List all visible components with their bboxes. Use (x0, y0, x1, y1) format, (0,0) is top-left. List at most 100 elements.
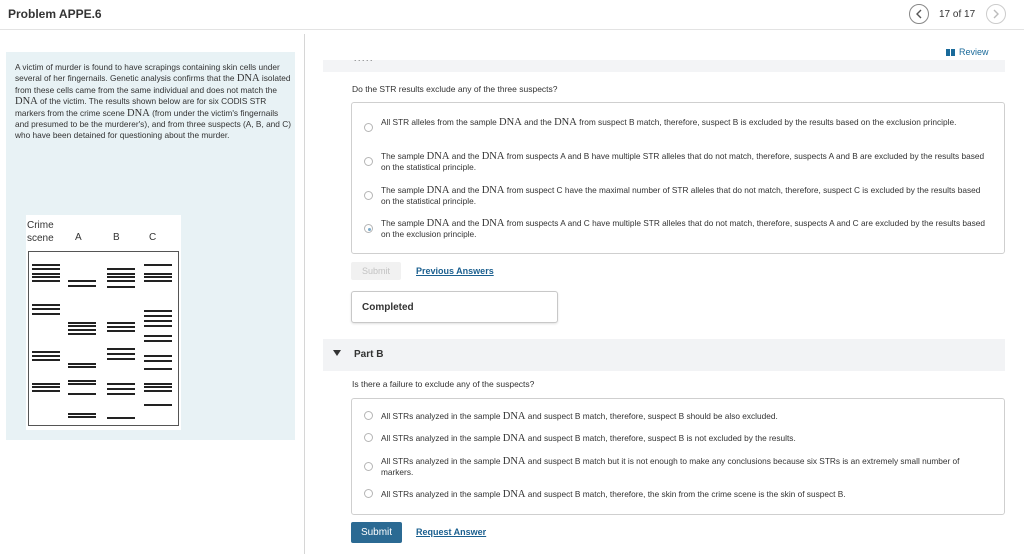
gel-band (68, 413, 96, 415)
part-a-choice-2[interactable]: The sample DNA and the DNA from suspects… (352, 149, 1004, 173)
review-label: Review (959, 47, 989, 57)
gel-band (68, 280, 96, 282)
radio-button[interactable] (364, 411, 373, 420)
gel-band (144, 340, 172, 342)
part-b-question: Is there a failure to exclude any of the… (352, 379, 535, 389)
part-b-choice-4[interactable]: All STRs analyzed in the sample DNA and … (352, 488, 1004, 502)
gel-band (107, 348, 135, 350)
gel-band (144, 404, 172, 406)
gel-band (32, 273, 60, 275)
gel-band (107, 276, 135, 278)
completed-status-box: Completed (351, 291, 558, 323)
gel-band (144, 390, 172, 392)
gel-band (32, 359, 60, 361)
choice-text: All STRs analyzed in the sample DNA and … (381, 411, 778, 422)
dna-term: DNA (236, 73, 260, 85)
part-a-header-strip: ····· (323, 60, 1005, 72)
gel-band (68, 285, 96, 287)
radio-button[interactable] (364, 157, 373, 166)
lane-label-a: A (75, 232, 82, 243)
part-b-choices: All STRs analyzed in the sample DNA and … (351, 398, 1005, 515)
problem-title: Problem APPE.6 (8, 7, 102, 21)
gel-band (144, 273, 172, 275)
next-problem-button[interactable] (986, 4, 1006, 24)
gel-band (68, 380, 96, 382)
gel-band (144, 310, 172, 312)
review-icon (946, 49, 955, 56)
choice-text: All STR alleles from the sample DNA and … (381, 117, 957, 128)
gel-band (107, 273, 135, 275)
gel-band (144, 315, 172, 317)
gel-band (32, 304, 60, 306)
part-b-label: Part B (354, 349, 384, 360)
chevron-left-icon (916, 9, 922, 19)
gel-band (68, 363, 96, 365)
gel-band (32, 386, 60, 388)
part-a-header-text: ····· (354, 60, 374, 65)
gel-band (144, 360, 172, 362)
gel-band (32, 313, 60, 315)
top-bar: Problem APPE.6 17 of 17 (0, 0, 1024, 30)
previous-problem-button[interactable] (909, 4, 929, 24)
gel-band (107, 326, 135, 328)
gel-band (32, 308, 60, 310)
gel-band (107, 268, 135, 270)
radio-button[interactable] (364, 489, 373, 498)
radio-button[interactable] (364, 191, 373, 200)
part-b-choice-1[interactable]: All STRs analyzed in the sample DNA and … (352, 410, 1004, 424)
lane-label-c: C (149, 232, 157, 243)
gel-band (32, 390, 60, 392)
gel-band (107, 322, 135, 324)
dna-term: DNA (127, 107, 150, 119)
page-counter: 17 of 17 (939, 9, 976, 20)
gel-band (107, 286, 135, 288)
gel-band (144, 335, 172, 337)
gel-band (107, 393, 135, 395)
gel-band (107, 383, 135, 385)
part-a-choice-3[interactable]: The sample DNA and the DNA from suspect … (352, 183, 1004, 207)
part-b-submit-button[interactable]: Submit (351, 522, 402, 543)
gel-band (68, 329, 96, 331)
problem-panel: A victim of murder is found to have scra… (6, 52, 295, 440)
choice-text: The sample DNA and the DNA from suspects… (381, 151, 985, 172)
panel-divider (304, 34, 305, 554)
gel-band (144, 276, 172, 278)
radio-button[interactable] (364, 462, 373, 471)
request-answer-link[interactable]: Request Answer (416, 527, 486, 537)
gel-band (107, 358, 135, 360)
choice-text: The sample DNA and the DNA from suspects… (381, 218, 986, 239)
gel-band (107, 353, 135, 355)
radio-button[interactable] (364, 123, 373, 132)
part-a-choice-4[interactable]: The sample DNA and the DNA from suspects… (352, 216, 1004, 240)
gel-band (32, 355, 60, 357)
choice-text: All STRs analyzed in the sample DNA and … (381, 489, 846, 500)
gel-band (68, 366, 96, 368)
gel-band (32, 268, 60, 270)
dna-term: DNA (15, 96, 38, 108)
choice-text: All STRs analyzed in the sample DNA and … (381, 456, 960, 477)
gel-band (144, 355, 172, 357)
part-a-submit-button[interactable]: Submit (351, 262, 401, 280)
gel-band (144, 368, 172, 370)
part-b-choice-3[interactable]: All STRs analyzed in the sample DNA and … (352, 455, 1004, 479)
part-b-choice-2[interactable]: All STRs analyzed in the sample DNA and … (352, 432, 1004, 446)
part-b-header[interactable]: Part B (323, 339, 1005, 371)
review-link[interactable]: Review (946, 47, 989, 57)
gel-band (32, 264, 60, 266)
gel-band (144, 280, 172, 282)
part-a-choice-1[interactable]: All STR alleles from the sample DNA and … (352, 115, 1004, 139)
chevron-right-icon (993, 9, 999, 19)
gel-band (107, 330, 135, 332)
radio-button-selected[interactable] (364, 224, 373, 233)
previous-answers-link[interactable]: Previous Answers (416, 266, 494, 276)
gel-bands (32, 264, 172, 419)
gel-band (144, 386, 172, 388)
radio-button[interactable] (364, 433, 373, 442)
str-gel-figure: Crime scene A B C (26, 215, 181, 430)
lane-label-b: B (113, 232, 120, 243)
lane-label-crime-scene: Crime scene (27, 220, 54, 244)
gel-band (32, 383, 60, 385)
problem-statement: A victim of murder is found to have scra… (15, 62, 291, 142)
completed-label: Completed (362, 302, 414, 313)
gel-band (68, 322, 96, 324)
